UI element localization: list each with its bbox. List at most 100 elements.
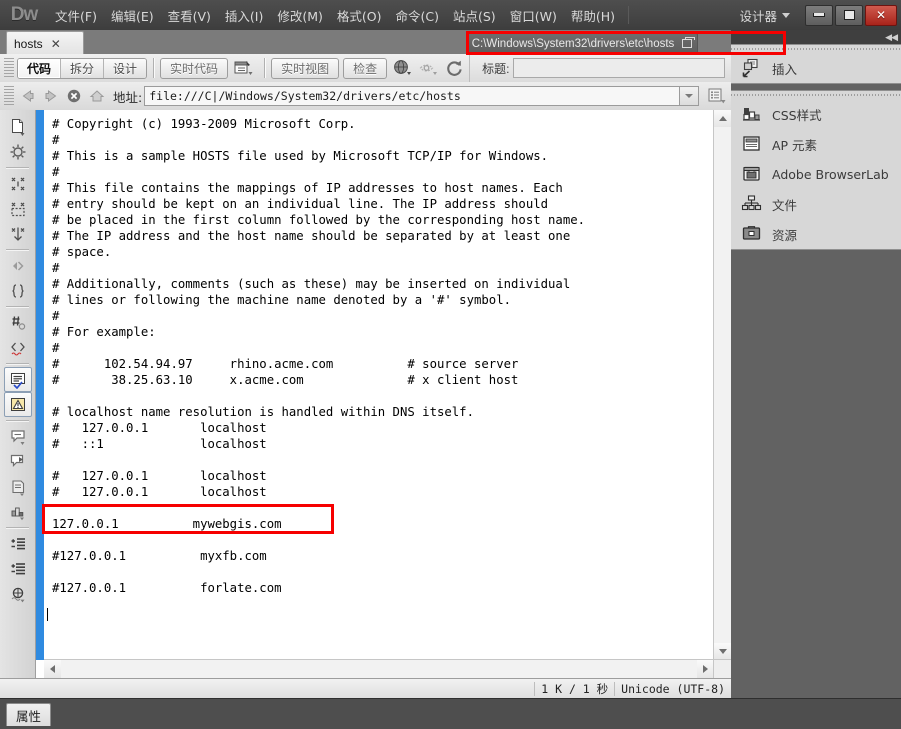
properties-tab[interactable]: 属性 <box>6 703 52 726</box>
menu-item-edit[interactable]: 编辑(E) <box>104 3 161 28</box>
code-text[interactable]: # Copyright (c) 1993-2009 Microsoft Corp… <box>44 110 714 596</box>
panel-collapse-bar[interactable]: ◀◀ <box>731 30 901 44</box>
code-editor[interactable]: # Copyright (c) 1993-2009 Microsoft Corp… <box>36 110 731 678</box>
chevron-up-icon <box>718 116 727 121</box>
panel-group-design: CSS样式 AP 元素 Adobe BrowserLab 文件 资源 <box>731 90 901 250</box>
address-label: 地址: <box>113 89 143 105</box>
close-button[interactable]: ✕ <box>865 4 897 26</box>
move-css-rules-icon[interactable] <box>0 474 36 499</box>
panel-item-assets[interactable]: 资源 <box>731 219 901 249</box>
remove-comment-icon[interactable] <box>4 392 32 417</box>
maximize-button[interactable] <box>835 4 863 26</box>
css-inspect-icon[interactable] <box>0 499 36 524</box>
panel-item-files[interactable]: 文件 <box>731 189 901 219</box>
minimize-button[interactable] <box>805 4 833 26</box>
workspace-switcher[interactable]: 设计器 <box>731 6 798 25</box>
maximize-icon <box>843 10 855 20</box>
panel-group-gripper[interactable] <box>731 91 901 99</box>
view-mode-design[interactable]: 设计 <box>104 58 147 78</box>
address-dropdown-button[interactable] <box>680 86 699 106</box>
line-numbers-icon[interactable] <box>0 310 36 335</box>
collapse-outside-icon[interactable] <box>0 171 36 196</box>
file-management-icon[interactable] <box>705 86 729 106</box>
live-code-options-icon[interactable] <box>232 58 256 78</box>
toolbar-divider <box>6 527 29 528</box>
page-title-block: 标题: <box>469 54 731 82</box>
menu-item-format[interactable]: 格式(O) <box>330 3 389 28</box>
live-code-button[interactable]: 实时代码 <box>160 57 229 79</box>
document-tab-label: hosts <box>14 36 43 51</box>
properties-panel-body <box>0 699 901 729</box>
collapse-full-tag-icon[interactable] <box>0 139 36 164</box>
panel-item-insert[interactable]: 插入 <box>731 53 901 83</box>
chevron-left-icon <box>50 665 55 673</box>
view-mode-split[interactable]: 拆分 <box>61 58 105 78</box>
format-source-code-icon[interactable] <box>0 581 36 606</box>
panel-group-gripper[interactable] <box>731 45 901 53</box>
outdent-code-icon[interactable] <box>0 556 36 581</box>
browserlab-icon <box>741 163 763 185</box>
apply-comment-icon[interactable] <box>4 367 32 392</box>
scroll-right-button[interactable] <box>697 660 714 678</box>
highlight-invalid-code-icon[interactable] <box>0 335 36 360</box>
recent-snippets-icon[interactable] <box>0 449 36 474</box>
chevron-down-icon <box>718 649 727 654</box>
expand-all-icon[interactable] <box>0 221 36 246</box>
page-title-label: 标题: <box>482 61 510 76</box>
panel-item-css-styles[interactable]: CSS样式 <box>731 99 901 129</box>
menu-item-modify[interactable]: 修改(M) <box>270 3 330 28</box>
toolbar-divider <box>6 306 29 307</box>
scroll-down-button[interactable] <box>714 643 731 660</box>
page-title-input[interactable] <box>513 58 725 78</box>
address-toolbar: 地址: file:///C|/Windows/System32/drivers/… <box>0 82 731 111</box>
home-icon[interactable] <box>86 85 108 107</box>
menu-item-window[interactable]: 窗口(W) <box>503 3 564 28</box>
wrap-tag-icon[interactable] <box>0 424 36 449</box>
code-scroll-area[interactable]: # Copyright (c) 1993-2009 Microsoft Corp… <box>44 110 714 660</box>
scrollbar-corner <box>713 659 731 678</box>
close-icon[interactable]: ✕ <box>51 37 61 51</box>
menu-item-commands[interactable]: 命令(C) <box>389 3 446 28</box>
horizontal-scrollbar[interactable] <box>44 659 714 678</box>
stop-icon[interactable] <box>63 85 85 107</box>
panel-item-ap-elements[interactable]: AP 元素 <box>731 129 901 159</box>
status-encoding[interactable]: Unicode (UTF-8) <box>614 682 731 696</box>
open-documents-icon[interactable] <box>0 114 36 139</box>
menu-item-site[interactable]: 站点(S) <box>446 3 503 28</box>
back-icon[interactable] <box>17 85 39 107</box>
document-tab-hosts[interactable]: hosts ✕ <box>6 31 84 55</box>
select-parent-tag-icon[interactable] <box>0 253 36 278</box>
menu-item-file[interactable]: 文件(F) <box>48 3 104 28</box>
live-view-button[interactable]: 实时视图 <box>271 57 340 79</box>
forward-icon[interactable] <box>40 85 62 107</box>
menu-item-view[interactable]: 查看(V) <box>161 3 218 28</box>
menu-item-insert[interactable]: 插入(I) <box>218 3 270 28</box>
files-icon <box>741 193 763 215</box>
collapse-panels-icon[interactable]: ◀◀ <box>885 32 898 43</box>
refresh-icon[interactable] <box>443 58 467 78</box>
restore-window-icon[interactable] <box>682 37 696 48</box>
visual-aids-icon[interactable] <box>417 58 441 78</box>
indent-code-icon[interactable] <box>0 531 36 556</box>
close-icon: ✕ <box>875 8 887 22</box>
inspect-button[interactable]: 检查 <box>343 57 388 79</box>
menu-item-help[interactable]: 帮助(H) <box>564 3 622 28</box>
scroll-left-button[interactable] <box>44 660 61 678</box>
panel-item-label: 插入 <box>772 61 798 77</box>
scroll-up-button[interactable] <box>714 110 731 127</box>
right-panel-dock: ◀◀ 插入 CSS样式 AP 元素 Adobe BrowserLab 文件 资源 <box>731 30 901 698</box>
preview-in-browser-icon[interactable] <box>391 58 415 78</box>
toolbar-gripper[interactable] <box>4 86 14 106</box>
panel-item-adobe-browserlab[interactable]: Adobe BrowserLab <box>731 159 901 189</box>
address-input[interactable]: file:///C|/Windows/System32/drivers/etc/… <box>144 86 680 106</box>
collapse-selection-icon[interactable] <box>0 196 36 221</box>
view-mode-code[interactable]: 代码 <box>18 58 62 78</box>
menu-bar-right: 设计器 ✕ <box>731 0 901 30</box>
panel-item-label: CSS样式 <box>772 107 822 123</box>
balance-braces-icon[interactable] <box>0 278 36 303</box>
document-path-bar[interactable]: C:\Windows\System32\drivers\etc\hosts <box>466 33 698 54</box>
vertical-scrollbar[interactable] <box>713 110 731 660</box>
coding-toolbar <box>0 110 36 678</box>
toolbar-divider <box>153 58 155 78</box>
toolbar-gripper[interactable] <box>4 58 14 78</box>
